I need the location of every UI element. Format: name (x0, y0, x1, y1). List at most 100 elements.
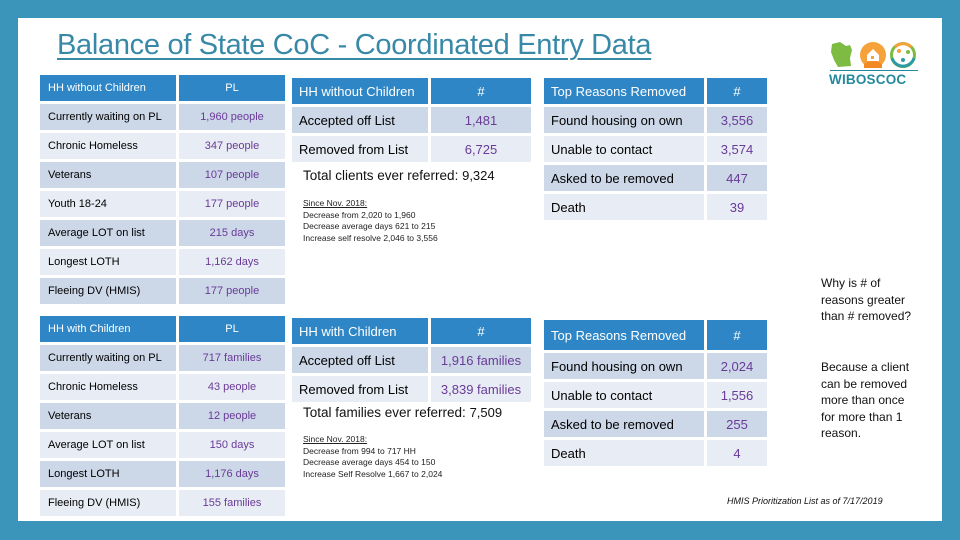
top-reasons-removed-table-singles: Top Reasons Removed # Found housing on o… (541, 75, 770, 223)
row-label: Asked to be removed (544, 165, 704, 191)
hh-without-children-outcomes-table: HH without Children # Accepted off List … (289, 75, 534, 165)
row-value: 43 people (179, 374, 285, 400)
table-row: Accepted off List 1,481 (292, 107, 531, 133)
row-value: 717 families (179, 345, 285, 371)
row-label: Accepted off List (292, 347, 428, 373)
column-header: # (707, 78, 767, 104)
row-label: Chronic Homeless (40, 133, 176, 159)
row-label: Accepted off List (292, 107, 428, 133)
total-value: 9,324 (462, 168, 495, 183)
column-header: HH without Children (40, 75, 176, 101)
hh-with-children-pl-table: HH with Children PL Currently waiting on… (37, 313, 288, 519)
row-value: 3,574 (707, 136, 767, 162)
row-value: 177 people (179, 278, 285, 304)
column-header: HH with Children (292, 318, 428, 344)
row-label: Longest LOTH (40, 461, 176, 487)
row-label: Fleeing DV (HMIS) (40, 490, 176, 516)
column-header: PL (179, 75, 285, 101)
column-header: HH without Children (292, 78, 428, 104)
row-label: Removed from List (292, 376, 428, 402)
row-label: Youth 18-24 (40, 191, 176, 217)
row-value: 150 days (179, 432, 285, 458)
table-row: Average LOT on list 215 days (40, 220, 285, 246)
since-nov-2018-notes: Since Nov. 2018: Decrease from 2,020 to … (303, 198, 438, 244)
row-value: 255 (707, 411, 767, 437)
row-label: Currently waiting on PL (40, 104, 176, 130)
column-header: Top Reasons Removed (544, 320, 704, 350)
column-header: # (431, 78, 531, 104)
row-value: 2,024 (707, 353, 767, 379)
since-line: Decrease from 994 to 717 HH (303, 445, 416, 456)
table-row: Youth 18-24 177 people (40, 191, 285, 217)
column-header: HH with Children (40, 316, 176, 342)
table-row: Currently waiting on PL 717 families (40, 345, 285, 371)
table-header-row: HH without Children # (292, 78, 531, 104)
table-row: Veterans 107 people (40, 162, 285, 188)
row-label: Unable to contact (544, 136, 704, 162)
row-label: Death (544, 194, 704, 220)
hh-without-children-pl-table: HH without Children PL Currently waiting… (37, 72, 288, 307)
since-line: Decrease from 2,020 to 1,960 (303, 209, 416, 220)
total-label: Total clients ever referred: (303, 168, 459, 183)
table-row: Chronic Homeless 347 people (40, 133, 285, 159)
row-value: 3,839 families (431, 376, 531, 402)
table-row: Unable to contact 3,574 (544, 136, 767, 162)
table-row: Removed from List 6,725 (292, 136, 531, 162)
total-value: 7,509 (469, 405, 503, 420)
row-value: 6,725 (431, 136, 531, 162)
table-row: Average LOT on list 150 days (40, 432, 285, 458)
table-row: Longest LOTH 1,162 days (40, 249, 285, 275)
row-value: 39 (707, 194, 767, 220)
row-label: Longest LOTH (40, 249, 176, 275)
row-value: 1,916 families (431, 347, 531, 373)
table-row: Removed from List 3,839 families (292, 376, 531, 402)
table-row: Accepted off List 1,916 families (292, 347, 531, 373)
table-row: Fleeing DV (HMIS) 155 families (40, 490, 285, 516)
row-value: 447 (707, 165, 767, 191)
row-label: Average LOT on list (40, 432, 176, 458)
row-value: 12 people (179, 403, 285, 429)
table-row: Veterans 12 people (40, 403, 285, 429)
table-header-row: HH with Children # (292, 318, 531, 344)
row-label: Average LOT on list (40, 220, 176, 246)
total-clients-referred: Total clients ever referred: 9,324 (303, 168, 495, 183)
table-row: Found housing on own 3,556 (544, 107, 767, 133)
row-value: 1,556 (707, 382, 767, 408)
since-nov-2018-notes: Since Nov. 2018: Decrease from 994 to 71… (303, 434, 442, 480)
since-line: Decrease average days 454 to 150 (303, 457, 436, 467)
row-value: 1,176 days (179, 461, 285, 487)
house-icon (860, 42, 886, 68)
row-value: 4 (707, 440, 767, 466)
table-header-row: HH without Children PL (40, 75, 285, 101)
row-label: Unable to contact (544, 382, 704, 408)
row-label: Asked to be removed (544, 411, 704, 437)
row-value: 1,162 days (179, 249, 285, 275)
footer-source-note: HMIS Prioritization List as of 7/17/2019 (727, 496, 883, 506)
total-label: Total families ever referred: (303, 405, 466, 420)
row-value: 1,481 (431, 107, 531, 133)
table-header-row: HH with Children PL (40, 316, 285, 342)
since-line: Increase Self Resolve 1,667 to 2,024 (303, 468, 443, 479)
note-answer: Because a client can be removed more tha… (821, 360, 910, 440)
table-row: Found housing on own 2,024 (544, 353, 767, 379)
row-value: 347 people (179, 133, 285, 159)
logo-divider (830, 70, 918, 71)
row-label: Death (544, 440, 704, 466)
row-label: Currently waiting on PL (40, 345, 176, 371)
row-value: 177 people (179, 191, 285, 217)
table-row: Fleeing DV (HMIS) 177 people (40, 278, 285, 304)
column-header: # (431, 318, 531, 344)
since-header: Since Nov. 2018: (303, 198, 368, 208)
row-label: Veterans (40, 403, 176, 429)
wiboscoc-logo: WIBOSCOC (828, 38, 922, 92)
column-header: PL (179, 316, 285, 342)
table-row: Unable to contact 1,556 (544, 382, 767, 408)
table-row: Asked to be removed 447 (544, 165, 767, 191)
row-value: 107 people (179, 162, 285, 188)
since-line: Increase self resolve 2,046 to 3,556 (303, 232, 438, 243)
row-label: Removed from List (292, 136, 428, 162)
total-families-referred: Total families ever referred: 7,509 (303, 405, 502, 420)
table-header-row: Top Reasons Removed # (544, 320, 767, 350)
table-header-row: Top Reasons Removed # (544, 78, 767, 104)
row-label: Veterans (40, 162, 176, 188)
